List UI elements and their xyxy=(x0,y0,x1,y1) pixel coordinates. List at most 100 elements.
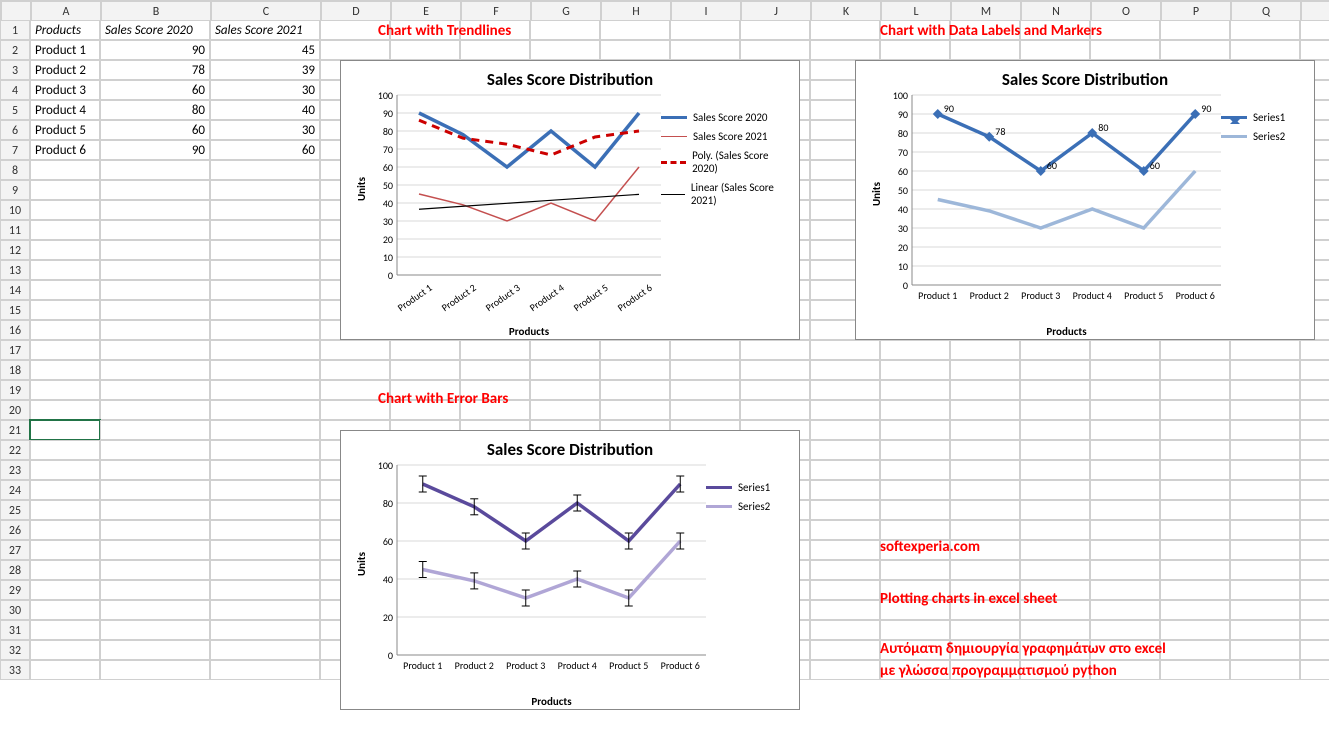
row-header-32[interactable]: 32 xyxy=(0,640,30,660)
cell-R27[interactable] xyxy=(1300,540,1329,560)
col-header-I[interactable]: I xyxy=(671,1,741,21)
cell-R20[interactable] xyxy=(1300,400,1329,420)
cell-Q30[interactable] xyxy=(1230,600,1300,620)
cell-B4[interactable]: 60 xyxy=(100,80,210,100)
cell-N31[interactable] xyxy=(1020,620,1090,640)
cell-P33[interactable] xyxy=(1160,660,1230,680)
cell-O30[interactable] xyxy=(1090,600,1160,620)
cell-G18[interactable] xyxy=(530,360,600,380)
cell-C18[interactable] xyxy=(210,360,320,380)
cell-N23[interactable] xyxy=(1020,460,1090,480)
cell-A28[interactable] xyxy=(30,560,100,580)
cell-B2[interactable]: 90 xyxy=(100,40,210,60)
cell-M18[interactable] xyxy=(950,360,1020,380)
cell-B33[interactable] xyxy=(100,660,210,680)
cell-R17[interactable] xyxy=(1300,340,1329,360)
cell-O22[interactable] xyxy=(1090,440,1160,460)
row-header-33[interactable]: 33 xyxy=(0,660,30,680)
col-header-A[interactable]: A xyxy=(31,1,101,21)
cell-L17[interactable] xyxy=(880,340,950,360)
cell-Q31[interactable] xyxy=(1230,620,1300,640)
cell-Q22[interactable] xyxy=(1230,440,1300,460)
cell-R19[interactable] xyxy=(1300,380,1329,400)
cell-A8[interactable] xyxy=(30,160,100,180)
cell-A22[interactable] xyxy=(30,440,100,460)
cell-M20[interactable] xyxy=(950,400,1020,420)
cell-B17[interactable] xyxy=(100,340,210,360)
cell-A17[interactable] xyxy=(30,340,100,360)
cell-B12[interactable] xyxy=(100,240,210,260)
cell-N26[interactable] xyxy=(1020,520,1090,540)
row-header-16[interactable]: 16 xyxy=(0,320,30,340)
cell-M22[interactable] xyxy=(950,440,1020,460)
cell-A3[interactable]: Product 2 xyxy=(30,60,100,80)
cell-H17[interactable] xyxy=(600,340,670,360)
col-header-Q[interactable]: Q xyxy=(1231,1,1301,21)
col-header-R[interactable]: R xyxy=(1301,1,1329,21)
cell-A2[interactable]: Product 1 xyxy=(30,40,100,60)
cell-I20[interactable] xyxy=(670,400,740,420)
cell-C1[interactable]: Sales Score 2021 xyxy=(210,20,320,40)
cell-C33[interactable] xyxy=(210,660,320,680)
cell-N25[interactable] xyxy=(1020,500,1090,520)
cell-M2[interactable] xyxy=(950,40,1020,60)
cell-K21[interactable] xyxy=(810,420,880,440)
cell-A10[interactable] xyxy=(30,200,100,220)
row-header-21[interactable]: 21 xyxy=(0,420,30,440)
cell-B29[interactable] xyxy=(100,580,210,600)
cell-I17[interactable] xyxy=(670,340,740,360)
cell-O29[interactable] xyxy=(1090,580,1160,600)
cell-B15[interactable] xyxy=(100,300,210,320)
cell-L24[interactable] xyxy=(880,480,950,500)
cell-K2[interactable] xyxy=(810,40,880,60)
cell-J17[interactable] xyxy=(740,340,810,360)
cell-Q18[interactable] xyxy=(1230,360,1300,380)
cell-C15[interactable] xyxy=(210,300,320,320)
cell-O17[interactable] xyxy=(1090,340,1160,360)
row-header-13[interactable]: 13 xyxy=(0,260,30,280)
cell-K26[interactable] xyxy=(810,520,880,540)
cell-B30[interactable] xyxy=(100,600,210,620)
cell-C16[interactable] xyxy=(210,320,320,340)
cell-F17[interactable] xyxy=(460,340,530,360)
cell-K20[interactable] xyxy=(810,400,880,420)
cell-M25[interactable] xyxy=(950,500,1020,520)
cell-B9[interactable] xyxy=(100,180,210,200)
cell-A27[interactable] xyxy=(30,540,100,560)
cell-C17[interactable] xyxy=(210,340,320,360)
cell-A33[interactable] xyxy=(30,660,100,680)
col-header-E[interactable]: E xyxy=(391,1,461,21)
row-header-9[interactable]: 9 xyxy=(0,180,30,200)
cell-R26[interactable] xyxy=(1300,520,1329,540)
row-header-20[interactable]: 20 xyxy=(0,400,30,420)
cell-C29[interactable] xyxy=(210,580,320,600)
cell-D2[interactable] xyxy=(320,40,390,60)
chart-datalabels[interactable]: Sales Score Distribution0102030405060708… xyxy=(855,60,1315,340)
cell-M17[interactable] xyxy=(950,340,1020,360)
row-header-11[interactable]: 11 xyxy=(0,220,30,240)
cell-N22[interactable] xyxy=(1020,440,1090,460)
cell-N28[interactable] xyxy=(1020,560,1090,580)
cell-R22[interactable] xyxy=(1300,440,1329,460)
cell-L20[interactable] xyxy=(880,400,950,420)
row-header-1[interactable]: 1 xyxy=(0,20,30,40)
cell-C23[interactable] xyxy=(210,460,320,480)
cell-M23[interactable] xyxy=(950,460,1020,480)
cell-R23[interactable] xyxy=(1300,460,1329,480)
cell-A23[interactable] xyxy=(30,460,100,480)
cell-M28[interactable] xyxy=(950,560,1020,580)
cell-L19[interactable] xyxy=(880,380,950,400)
cell-A32[interactable] xyxy=(30,640,100,660)
cell-B13[interactable] xyxy=(100,260,210,280)
cell-B5[interactable]: 80 xyxy=(100,100,210,120)
cell-B26[interactable] xyxy=(100,520,210,540)
cell-B20[interactable] xyxy=(100,400,210,420)
cell-N24[interactable] xyxy=(1020,480,1090,500)
cell-J2[interactable] xyxy=(740,40,810,60)
cell-F18[interactable] xyxy=(460,360,530,380)
cell-O21[interactable] xyxy=(1090,420,1160,440)
cell-J20[interactable] xyxy=(740,400,810,420)
cell-B1[interactable]: Sales Score 2020 xyxy=(100,20,210,40)
cell-B8[interactable] xyxy=(100,160,210,180)
col-header-P[interactable]: P xyxy=(1161,1,1231,21)
